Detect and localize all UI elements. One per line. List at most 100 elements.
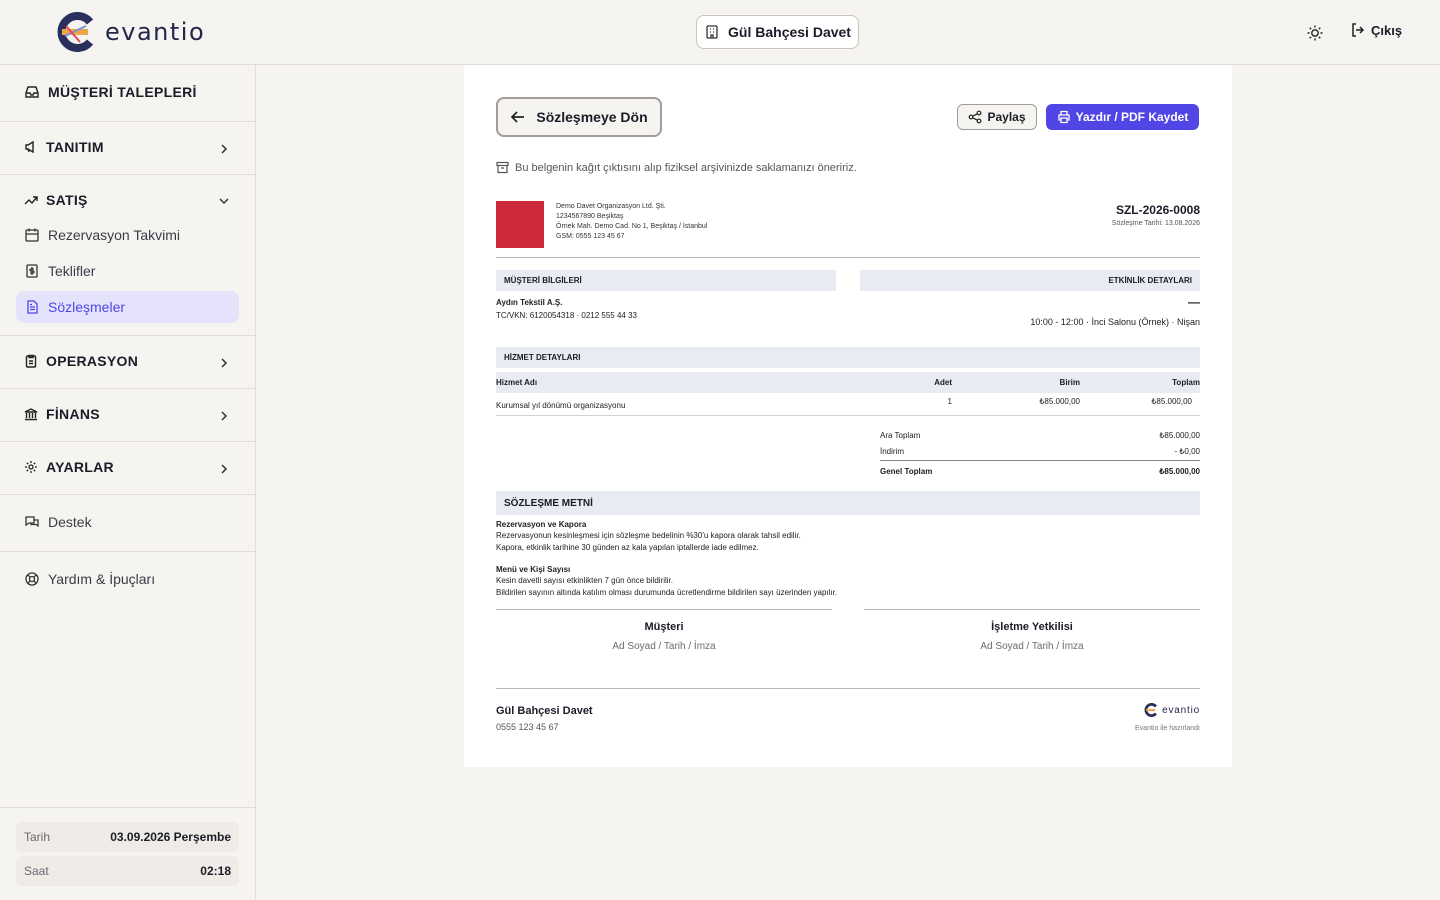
contract-date: Sözleşme Tarihi: 13.08.2026	[1111, 220, 1200, 227]
divider	[496, 257, 1200, 258]
customer-info-header: MÜŞTERİ BİLGİLERİ	[496, 270, 836, 291]
calendar-icon	[25, 228, 39, 242]
service-name: Kurumsal yıl dönümü organizasyonu	[496, 401, 626, 410]
chat-icon	[25, 516, 39, 528]
event-details-header: ETKİNLİK DETAYLARI	[860, 270, 1200, 291]
chevron-right-icon[interactable]	[218, 143, 230, 155]
logout-label: Çıkış	[1371, 22, 1403, 38]
clause-line: Bildirilen sayının altında katılım olmas…	[496, 588, 838, 597]
logo-text: evantio	[105, 18, 206, 46]
sidebar-item-settings[interactable]: AYARLAR	[24, 459, 114, 475]
theme-toggle-button[interactable]	[1304, 22, 1326, 44]
grand-total-label: Genel Toplam	[880, 467, 933, 476]
event-details: 10:00 - 12:00 · İnci Salonu (Örnek) · Ni…	[1030, 317, 1200, 327]
business-name: Gül Bahçesi Davet	[728, 24, 851, 40]
table-row: Kurumsal yıl dönümü organizasyonu 1 ₺85.…	[496, 393, 1200, 416]
event-date: —	[1188, 295, 1200, 309]
archive-icon	[496, 161, 509, 174]
footer-made-with: Evantio ile hazırlandı	[1135, 725, 1200, 732]
sidebar-item-promotion[interactable]: TANITIM	[24, 139, 104, 155]
invoice-icon	[26, 264, 38, 278]
time-label: Saat	[24, 864, 49, 878]
print-label: Yazdır / PDF Kaydet	[1075, 110, 1189, 124]
sidebar-item-label: Destek	[48, 514, 92, 530]
share-icon	[969, 110, 982, 124]
back-to-contract-button[interactable]: Sözleşmeye Dön	[496, 97, 662, 137]
chevron-right-icon[interactable]	[218, 463, 230, 475]
sidebar-item-offers[interactable]: Teklifler	[16, 255, 239, 287]
customer-signature-title: Müşteri	[644, 621, 684, 633]
logout-icon	[1352, 23, 1365, 37]
owner-signature-line	[864, 609, 1200, 610]
customer-signature-hint: Ad Soyad / Tarih / İmza	[612, 641, 716, 652]
date-row: Tarih 03.09.2026 Perşembe	[16, 822, 239, 852]
sidebar-item-requests[interactable]: MÜŞTERİ TALEPLERİ	[24, 84, 197, 100]
company-line: 1234567890 Beşiktaş	[556, 213, 624, 220]
service-details-header: HİZMET DETAYLARI	[496, 347, 1200, 368]
sidebar-item-label: SATIŞ	[46, 192, 88, 208]
document-icon	[27, 300, 38, 314]
grand-total-value: ₺85.000,00	[1159, 467, 1200, 476]
app-logo[interactable]: evantio	[56, 12, 205, 52]
print-pdf-button[interactable]: Yazdır / PDF Kaydet	[1046, 104, 1199, 130]
evantio-logo-icon	[56, 12, 96, 52]
back-label: Sözleşmeye Dön	[536, 109, 648, 125]
sidebar-section-operations: OPERASYON	[0, 336, 255, 389]
megaphone-icon	[25, 140, 34, 154]
footer-phone: 0555 123 45 67	[496, 722, 559, 732]
sidebar-item-support[interactable]: Destek	[24, 514, 92, 530]
top-header: evantio Gül Bahçesi Davet Çıkış	[0, 0, 1440, 65]
business-selector-button[interactable]: Gül Bahçesi Davet	[696, 15, 859, 49]
section-title: HİZMET DETAYLARI	[504, 353, 581, 362]
sidebar-item-reservation-calendar[interactable]: Rezervasyon Takvimi	[16, 219, 239, 251]
bank-icon	[24, 408, 38, 421]
arrow-left-icon	[511, 111, 525, 123]
subtotal-value: ₺85.000,00	[1159, 431, 1200, 440]
clause-line: Kesin davetli sayısı etkinlikten 7 gün ö…	[496, 576, 673, 585]
section-title: MÜŞTERİ BİLGİLERİ	[504, 276, 582, 285]
service-unit: ₺85.000,00	[1039, 397, 1080, 406]
column-header: Toplam	[1172, 378, 1200, 387]
sidebar-item-label: Yardım & İpuçları	[48, 571, 156, 587]
chevron-right-icon[interactable]	[218, 410, 230, 422]
sidebar-item-finance[interactable]: FİNANS	[24, 406, 100, 422]
chevron-right-icon[interactable]	[218, 357, 230, 369]
discount-label: İndirim	[880, 447, 905, 456]
owner-signature-title: İşletme Yetkilisi	[991, 621, 1073, 633]
trend-up-icon	[24, 196, 38, 205]
section-title: ETKİNLİK DETAYLARI	[1108, 276, 1192, 285]
contract-document: Sözleşmeye Dön Paylaş Yazdır / PDF Kayde…	[464, 65, 1232, 767]
service-total: ₺85.000,00	[1151, 397, 1192, 406]
evantio-logo-icon	[1144, 703, 1158, 717]
share-button[interactable]: Paylaş	[957, 104, 1037, 130]
sidebar: MÜŞTERİ TALEPLERİ TANITIM SATIŞ Rezervas…	[0, 65, 256, 900]
sidebar-item-sales[interactable]: SATIŞ	[24, 192, 88, 208]
logout-button[interactable]: Çıkış	[1350, 22, 1402, 38]
sidebar-footer: Tarih 03.09.2026 Perşembe Saat 02:18	[0, 807, 255, 900]
date-value: 03.09.2026 Perşembe	[110, 830, 231, 844]
clause-line: Kapora, etkinlik tarihine 30 günden az k…	[496, 543, 759, 552]
customer-tax: TC/VKN: 6120054318 · 0212 555 44 33	[496, 311, 637, 320]
archive-note-text: Bu belgenin kağıt çıktısını alıp fizikse…	[515, 161, 857, 174]
sidebar-item-operations[interactable]: OPERASYON	[24, 353, 138, 369]
sidebar-section-finance: FİNANS	[0, 389, 255, 442]
discount-value: - ₺0,00	[1174, 447, 1200, 456]
customer-name: Aydın Tekstil A.Ş.	[496, 298, 563, 307]
column-header: Hizmet Adı	[496, 378, 538, 387]
chevron-down-icon[interactable]	[218, 195, 230, 207]
sidebar-section-promotion: TANITIM	[0, 122, 255, 175]
divider	[496, 688, 1200, 689]
section-title: SÖZLEŞME METNİ	[504, 497, 593, 509]
company-logo	[496, 201, 544, 248]
subtotal-label: Ara Toplam	[880, 431, 921, 440]
company-line: Demo Davet Organizasyon Ltd. Şti.	[556, 203, 666, 210]
company-info: Demo Davet Organizasyon Ltd. Şti. 123456…	[556, 202, 707, 242]
sidebar-item-contracts[interactable]: Sözleşmeler	[16, 291, 239, 323]
sidebar-item-help[interactable]: Yardım & İpuçları	[24, 571, 155, 587]
time-value: 02:18	[200, 864, 231, 878]
clause-line: Rezervasyonun kesinleşmesi için sözleşme…	[496, 531, 801, 540]
footer-brand-text: evantio	[1162, 704, 1200, 716]
sidebar-item-label: OPERASYON	[46, 353, 139, 369]
contract-number: SZL-2026-0008	[1115, 203, 1200, 217]
footer-brand: evantio	[1144, 703, 1200, 717]
